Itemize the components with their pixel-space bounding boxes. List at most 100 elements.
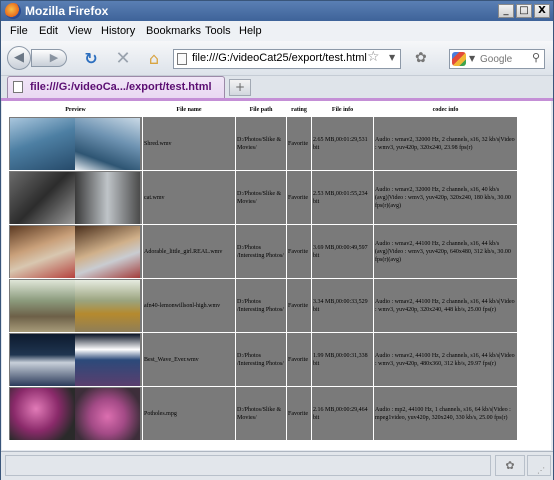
rating-cell: Favorite <box>286 332 312 387</box>
table-row[interactable]: cat.wmv D:/Photos/Slike & Movies/ Favori… <box>8 170 518 225</box>
thumbnail-1[interactable] <box>10 279 75 332</box>
thumbnail-1[interactable] <box>10 117 75 170</box>
maximize-button[interactable]: □ <box>516 4 532 18</box>
table-header-row: Preview File name File path rating File … <box>8 104 518 117</box>
thumbnail-2[interactable] <box>75 333 140 386</box>
firefox-window: Mozilla Firefox _ □ X File Edit View His… <box>0 0 554 480</box>
stop-icon[interactable]: ✕ <box>113 49 133 69</box>
file-info-cell: 2.16 MB,00:00:29,464 bit <box>311 386 374 441</box>
status-text-area <box>5 455 491 476</box>
file-name-cell: Adorable_little_girl.REAL.wmv <box>142 224 236 279</box>
thumbnail-2[interactable] <box>75 387 140 440</box>
table-row[interactable]: afn40-lemonwillsonl-high.wmv D:/Photos /… <box>8 278 518 333</box>
file-info-cell: 2.53 MB,00:01:55,234 bit <box>311 170 374 225</box>
page-favicon-icon <box>177 53 187 65</box>
rating-cell: Favorite <box>286 386 312 441</box>
minimize-button[interactable]: _ <box>498 4 514 18</box>
title-bar[interactable]: Mozilla Firefox _ □ X <box>1 1 553 21</box>
forward-arrow-icon: ▶ <box>49 51 59 64</box>
rating-cell: Favorite <box>286 116 312 171</box>
thumbnail-2[interactable] <box>75 225 140 278</box>
thumbnail-1[interactable] <box>10 387 75 440</box>
new-tab-button[interactable]: + <box>229 79 251 96</box>
file-path-cell: D:/Photos/Slike & Movies/ <box>235 170 287 225</box>
file-info-cell: 3.34 MB,00:00:33,529 bit <box>311 278 374 333</box>
bookmark-star-icon[interactable]: ☆ <box>367 49 380 65</box>
table-row[interactable]: Best_Wave_Ever.wmv D:/Photos /Interestin… <box>8 332 518 387</box>
codec-info-cell: Audio : wmav2, 32000 Hz, 2 channels, s16… <box>373 116 518 171</box>
thumbnail-1[interactable] <box>10 333 75 386</box>
header-file-name: File name <box>142 104 236 117</box>
file-name-cell: cat.wmv <box>142 170 236 225</box>
menu-history[interactable]: History <box>101 25 135 37</box>
menu-view[interactable]: View <box>68 25 92 37</box>
preview-cell <box>8 224 143 279</box>
menu-help[interactable]: Help <box>239 25 262 37</box>
codec-info-cell: Audio : wmav2, 44100 Hz, 2 channels, s16… <box>373 224 518 279</box>
file-path-cell: D:/Photos /Interesting Photos/ <box>235 224 287 279</box>
forward-button[interactable]: ▶ <box>31 49 67 67</box>
url-dropdown-icon[interactable]: ▼ <box>389 53 395 62</box>
resize-grip-icon[interactable]: ⋰ <box>537 466 549 476</box>
file-name-cell: Potholes.mpg <box>142 386 236 441</box>
tab-title: file:///G:/videoCa.../export/test.html <box>30 81 212 93</box>
rating-cell: Favorite <box>286 278 312 333</box>
preview-cell <box>8 116 143 171</box>
table-row[interactable]: Potholes.mpg D:/Photos/Slike & Movies/ F… <box>8 386 518 441</box>
codec-info-cell: Audio : wmav2, 44100 Hz, 2 channels, s16… <box>373 332 518 387</box>
menu-tools[interactable]: Tools <box>205 25 231 37</box>
table-row[interactable]: Adorable_little_girl.REAL.wmv D:/Photos … <box>8 224 518 279</box>
thumbnail-2[interactable] <box>75 117 140 170</box>
file-name-cell: Best_Wave_Ever.wmv <box>142 332 236 387</box>
rating-cell: Favorite <box>286 224 312 279</box>
table-row[interactable]: Shred.wmv D:/Photos/Slike & Movies/ Favo… <box>8 116 518 171</box>
video-catalog-table: Preview File name File path rating File … <box>8 104 518 441</box>
page-content: Preview File name File path rating File … <box>2 101 551 450</box>
header-file-path: File path <box>235 104 287 117</box>
menu-bookmarks[interactable]: Bookmarks <box>146 25 201 37</box>
addon-icon[interactable]: ✿ <box>415 50 427 66</box>
preview-cell <box>8 332 143 387</box>
close-button[interactable]: X <box>534 4 550 18</box>
codec-info-cell: Audio : wmav2, 32000 Hz, 2 channels, s16… <box>373 170 518 225</box>
tab-favicon-icon <box>13 81 23 93</box>
preview-cell <box>8 386 143 441</box>
codec-info-cell: Audio : wmav2, 44100 Hz, 2 channels, s16… <box>373 278 518 333</box>
search-input[interactable] <box>480 51 530 67</box>
file-info-cell: 3.69 MB,00:00:49,597 bit <box>311 224 374 279</box>
file-path-cell: D:/Photos /Interesting Photos/ <box>235 332 287 387</box>
menu-file[interactable]: File <box>10 25 28 37</box>
file-info-cell: 2.65 MB,00:01:29,531 bit <box>311 116 374 171</box>
back-button[interactable]: ◀ <box>7 46 31 70</box>
addon-status-icon[interactable]: ✿ <box>495 455 525 476</box>
window-title: Mozilla Firefox <box>25 4 109 18</box>
header-rating: rating <box>286 104 312 117</box>
thumbnail-1[interactable] <box>10 171 75 224</box>
reload-icon[interactable]: ↻ <box>81 49 101 69</box>
menu-bar: File Edit View History Bookmarks Tools H… <box>1 21 553 41</box>
thumbnail-2[interactable] <box>75 279 140 332</box>
search-icon[interactable]: ⚲ <box>532 51 540 64</box>
navigation-toolbar: ▶ ◀ ↻ ✕ ⌂ file:///G:/videoCat25/export/t… <box>1 41 553 76</box>
file-name-cell: afn40-lemonwillsonl-high.wmv <box>142 278 236 333</box>
search-bar[interactable]: ▼ ⚲ <box>449 49 545 69</box>
home-icon[interactable]: ⌂ <box>144 49 164 69</box>
menu-edit[interactable]: Edit <box>39 25 58 37</box>
codec-info-cell: Audio : mp2, 44100 Hz, 1 channels, s16, … <box>373 386 518 441</box>
preview-cell <box>8 278 143 333</box>
file-path-cell: D:/Photos/Slike & Movies/ <box>235 386 287 441</box>
url-text: file:///G:/videoCat25/export/test.html <box>192 52 367 64</box>
header-codec-info: codec info <box>373 104 518 117</box>
search-engine-dropdown-icon[interactable]: ▼ <box>469 54 475 63</box>
thumbnail-1[interactable] <box>10 225 75 278</box>
header-file-info: File info <box>311 104 374 117</box>
rating-cell: Favorite <box>286 170 312 225</box>
file-name-cell: Shred.wmv <box>142 116 236 171</box>
google-search-engine-icon[interactable] <box>452 52 466 66</box>
status-bar: ✿ ⋰ <box>1 451 553 480</box>
file-path-cell: D:/Photos/Slike & Movies/ <box>235 116 287 171</box>
tab-current[interactable]: file:///G:/videoCa.../export/test.html <box>7 76 225 98</box>
header-preview: Preview <box>8 104 143 117</box>
thumbnail-2[interactable] <box>75 171 140 224</box>
firefox-logo-icon <box>5 3 21 19</box>
